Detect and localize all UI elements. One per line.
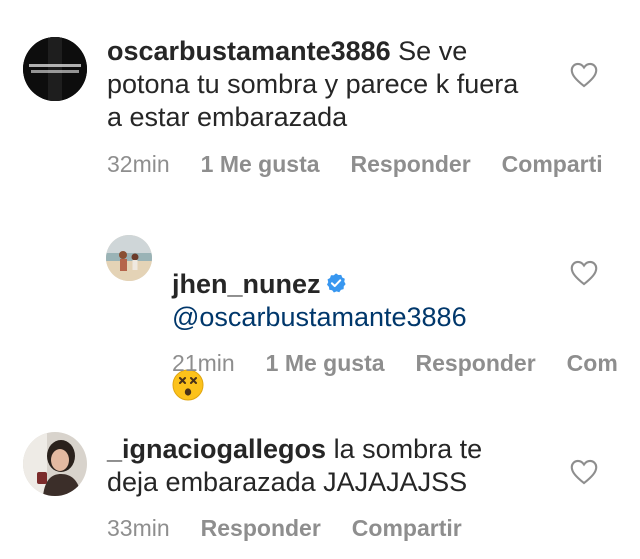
dark-avatar-icon: [23, 37, 87, 101]
comment-3: _ignaciogallegos la sombra te deja embar…: [0, 400, 640, 559]
likes-count[interactable]: 1 Me gusta: [201, 151, 320, 178]
likes-count[interactable]: 1 Me gusta: [266, 350, 385, 377]
commenter-avatar[interactable]: [23, 37, 87, 101]
comment-time: 32min: [107, 151, 170, 177]
share-button[interactable]: Comparti: [502, 151, 603, 178]
reply-button[interactable]: Responder: [416, 350, 536, 377]
share-button[interactable]: Com: [567, 350, 618, 377]
comment-text: _ignaciogallegos la sombra te deja embar…: [107, 433, 527, 499]
mention-link[interactable]: @oscarbustamante3886: [172, 301, 532, 334]
comment-username[interactable]: jhen_nunez: [172, 269, 321, 299]
comment-2: jhen_nunez @oscarbustamante3886 21min 1 M…: [0, 200, 640, 401]
comment-meta: 33min Responder Compartir: [107, 515, 493, 542]
heart-icon[interactable]: [570, 62, 598, 88]
verified-badge-icon: [326, 273, 346, 293]
heart-icon[interactable]: [570, 459, 598, 485]
comment-username[interactable]: _ignaciogallegos: [107, 434, 326, 464]
comment-text: oscarbustamante3886 Se ve potona tu somb…: [107, 35, 527, 134]
beach-photo-avatar-icon: [106, 235, 152, 281]
portrait-avatar-icon: [23, 432, 87, 496]
reply-button[interactable]: Responder: [201, 515, 321, 542]
comment-meta: 32min 1 Me gusta Responder Comparti: [107, 151, 634, 178]
comment-time: 21min: [172, 350, 235, 376]
comment-meta: 21min 1 Me gusta Responder Com: [172, 350, 640, 377]
commenter-avatar[interactable]: [23, 432, 87, 496]
comment-1: oscarbustamante3886 Se ve potona tu somb…: [0, 0, 640, 200]
share-button[interactable]: Compartir: [352, 515, 462, 542]
commenter-avatar[interactable]: [106, 235, 152, 281]
comment-time: 33min: [107, 515, 170, 541]
heart-icon[interactable]: [570, 260, 598, 286]
reply-button[interactable]: Responder: [351, 151, 471, 178]
comment-username[interactable]: oscarbustamante3886: [107, 36, 391, 66]
